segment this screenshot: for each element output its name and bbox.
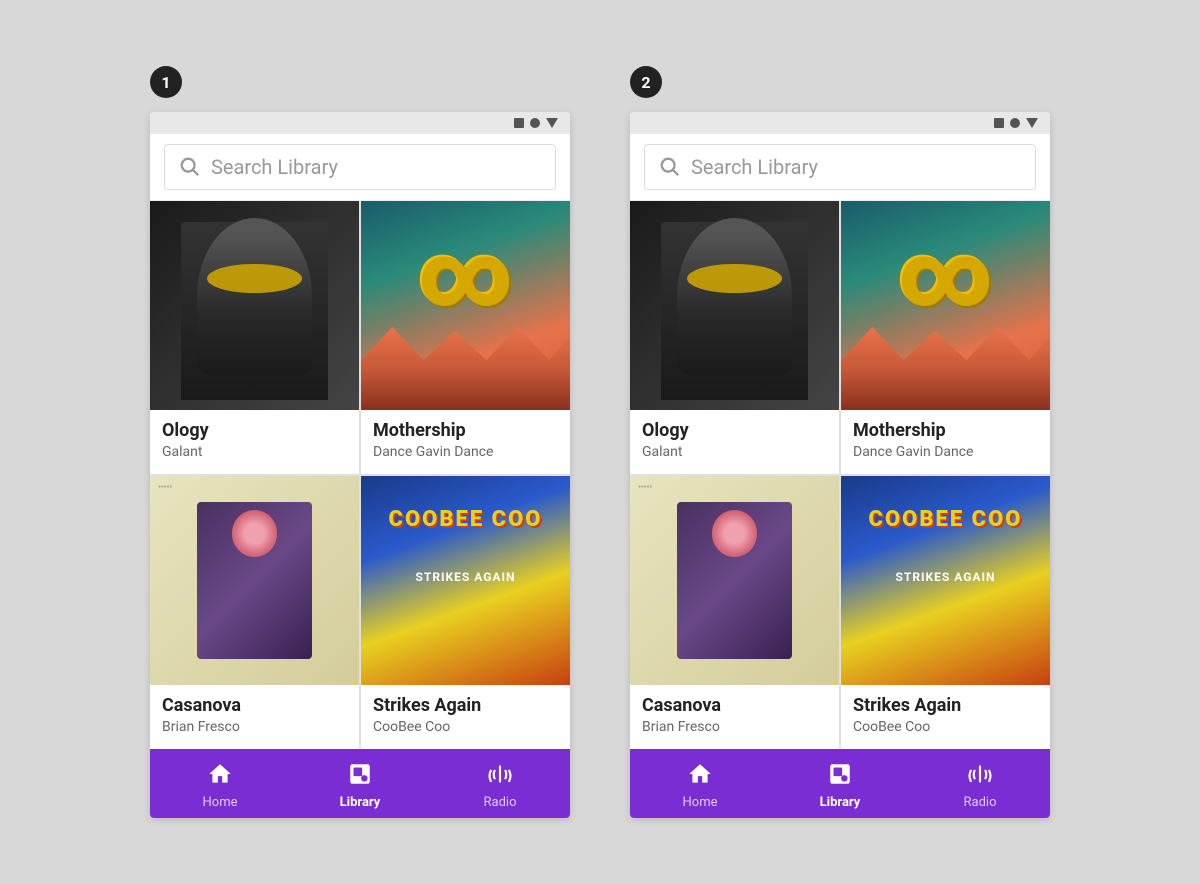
album-info: Mothership Dance Gavin Dance xyxy=(361,410,570,474)
album-title: Mothership xyxy=(373,420,558,442)
album-info: Casanova Brian Fresco xyxy=(630,685,839,749)
nav-label: Library xyxy=(820,795,861,810)
nav-item-home[interactable]: Home xyxy=(180,761,260,810)
search-container: Search Library xyxy=(150,134,570,201)
nav-label: Home xyxy=(683,795,718,810)
nav-icon-library xyxy=(347,761,373,791)
album-info: Strikes Again CooBee Coo xyxy=(361,685,570,749)
album-artist: Dance Gavin Dance xyxy=(853,444,1038,460)
album-artist: Brian Fresco xyxy=(162,719,347,735)
phone-1: Search Library Ology Galant Mothership Danc… xyxy=(150,112,570,817)
status-square-icon xyxy=(514,118,524,128)
album-grid: Ology Galant Mothership Dance Gavin Dance ▪… xyxy=(150,201,570,748)
album-info: Ology Galant xyxy=(630,410,839,474)
album-art xyxy=(630,201,839,410)
album-card[interactable]: Strikes Again CooBee Coo xyxy=(361,476,570,749)
screen-number-1: 1 xyxy=(150,66,182,98)
status-circle-icon xyxy=(530,118,540,128)
album-art xyxy=(841,476,1050,685)
album-card[interactable]: Mothership Dance Gavin Dance xyxy=(361,201,570,474)
album-card[interactable]: ▪▪▪▪▪ Casanova Brian Fresco xyxy=(630,476,839,749)
casanova-small-label: ▪▪▪▪▪ xyxy=(158,482,172,491)
nav-item-radio[interactable]: Radio xyxy=(460,761,540,810)
album-title: Ology xyxy=(162,420,347,442)
album-card[interactable]: Ology Galant xyxy=(150,201,359,474)
search-bar[interactable]: Search Library xyxy=(644,144,1036,190)
album-info: Casanova Brian Fresco xyxy=(150,685,359,749)
album-card[interactable]: Mothership Dance Gavin Dance xyxy=(841,201,1050,474)
album-title: Casanova xyxy=(642,695,827,717)
status-circle-icon xyxy=(1010,118,1020,128)
nav-icon-library xyxy=(827,761,853,791)
album-art xyxy=(361,201,570,410)
album-artist: Galant xyxy=(162,444,347,460)
album-art xyxy=(361,476,570,685)
status-triangle-icon xyxy=(546,118,558,128)
search-bar[interactable]: Search Library xyxy=(164,144,556,190)
nav-label: Radio xyxy=(964,795,997,810)
album-artist: Galant xyxy=(642,444,827,460)
album-info: Ology Galant xyxy=(150,410,359,474)
nav-item-home[interactable]: Home xyxy=(660,761,740,810)
album-artist: Brian Fresco xyxy=(642,719,827,735)
screen-number-2: 2 xyxy=(630,66,662,98)
status-square-icon xyxy=(994,118,1004,128)
bottom-nav: Home Library Radio xyxy=(630,749,1050,818)
album-artist: Dance Gavin Dance xyxy=(373,444,558,460)
status-bar xyxy=(150,112,570,134)
album-artist: CooBee Coo xyxy=(373,719,558,735)
phone-2: Search Library Ology Galant Mothership Danc… xyxy=(630,112,1050,817)
album-grid: Ology Galant Mothership Dance Gavin Dance ▪… xyxy=(630,201,1050,748)
search-placeholder-text: Search Library xyxy=(211,155,338,179)
status-triangle-icon xyxy=(1026,118,1038,128)
album-art xyxy=(150,201,359,410)
casanova-small-label: ▪▪▪▪▪ xyxy=(638,482,652,491)
nav-icon-home xyxy=(207,761,233,791)
album-title: Ology xyxy=(642,420,827,442)
album-info: Strikes Again CooBee Coo xyxy=(841,685,1050,749)
album-art: ▪▪▪▪▪ xyxy=(630,476,839,685)
nav-item-library[interactable]: Library xyxy=(320,761,400,810)
nav-icon-home xyxy=(687,761,713,791)
album-title: Strikes Again xyxy=(853,695,1038,717)
album-art xyxy=(841,201,1050,410)
album-title: Strikes Again xyxy=(373,695,558,717)
screen-wrapper-1: 1 Search Library Ology Galant Mothership Dan… xyxy=(150,66,570,817)
nav-label: Home xyxy=(203,795,238,810)
search-icon xyxy=(179,156,201,178)
status-bar xyxy=(630,112,1050,134)
nav-icon-radio xyxy=(967,761,993,791)
album-card[interactable]: Strikes Again CooBee Coo xyxy=(841,476,1050,749)
screen-wrapper-2: 2 Search Library Ology Galant Mothership Dan… xyxy=(630,66,1050,817)
album-artist: CooBee Coo xyxy=(853,719,1038,735)
nav-item-library[interactable]: Library xyxy=(800,761,880,810)
nav-item-radio[interactable]: Radio xyxy=(940,761,1020,810)
album-title: Mothership xyxy=(853,420,1038,442)
album-card[interactable]: Ology Galant xyxy=(630,201,839,474)
album-card[interactable]: ▪▪▪▪▪ Casanova Brian Fresco xyxy=(150,476,359,749)
album-art: ▪▪▪▪▪ xyxy=(150,476,359,685)
nav-label: Radio xyxy=(484,795,517,810)
nav-label: Library xyxy=(340,795,381,810)
album-info: Mothership Dance Gavin Dance xyxy=(841,410,1050,474)
bottom-nav: Home Library Radio xyxy=(150,749,570,818)
search-icon xyxy=(659,156,681,178)
search-container: Search Library xyxy=(630,134,1050,201)
search-placeholder-text: Search Library xyxy=(691,155,818,179)
album-title: Casanova xyxy=(162,695,347,717)
nav-icon-radio xyxy=(487,761,513,791)
